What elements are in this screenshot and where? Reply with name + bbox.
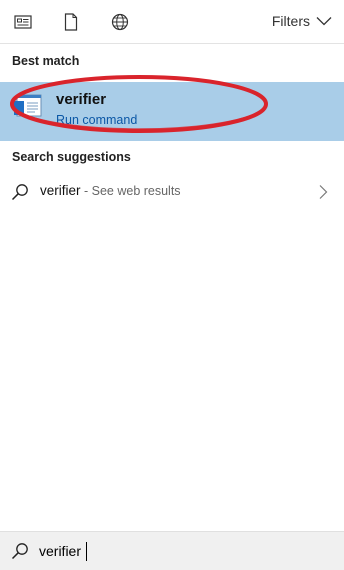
chevron-down-icon	[316, 17, 332, 26]
suggestion-hint: - See web results	[80, 184, 181, 198]
best-match-result[interactable]: verifier Run command	[0, 82, 344, 141]
web-icon[interactable]	[107, 9, 133, 35]
apps-icon[interactable]	[10, 9, 36, 35]
search-input[interactable]	[39, 539, 319, 563]
filters-button[interactable]: Filters	[272, 11, 332, 31]
filters-label: Filters	[271, 13, 310, 29]
best-match-app-type: Run command	[56, 113, 138, 127]
verifier-app-icon	[14, 94, 42, 117]
suggestion-item[interactable]: verifier - See web results	[0, 177, 344, 207]
suggestion-text: verifier - See web results	[40, 183, 181, 198]
search-suggestions-heading: Search suggestions	[12, 150, 131, 164]
suggestion-query: verifier	[40, 183, 81, 198]
text-caret	[86, 542, 87, 561]
search-icon	[11, 543, 28, 560]
best-match-app-name: verifier	[56, 91, 107, 108]
documents-icon[interactable]	[58, 9, 84, 35]
best-match-heading: Best match	[12, 54, 80, 68]
chevron-right-icon[interactable]	[318, 184, 328, 200]
search-icon	[11, 184, 28, 201]
search-box[interactable]	[0, 531, 344, 570]
search-toolbar: Filters	[0, 0, 344, 44]
